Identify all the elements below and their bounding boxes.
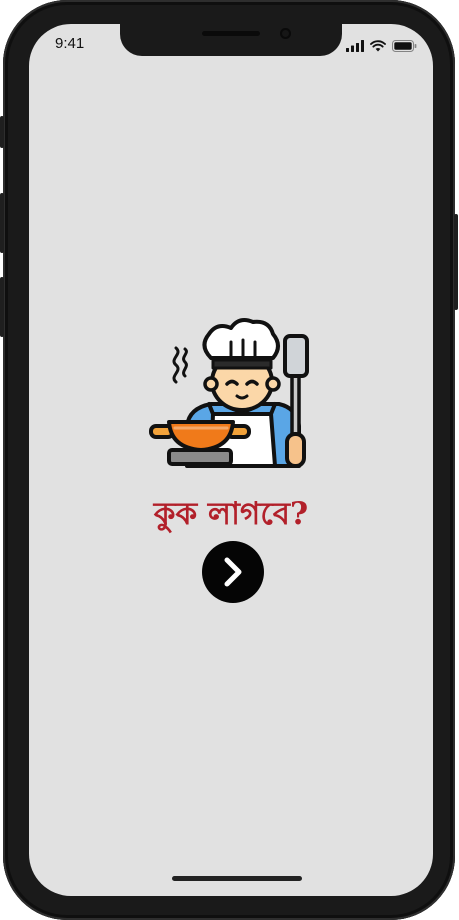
phone-frame: 9:41 কুক লাগবে? [0, 0, 458, 920]
chef-cooking-icon [147, 316, 319, 478]
power-button [454, 214, 458, 310]
signal-icon [346, 37, 364, 56]
silent-switch [0, 116, 4, 148]
page-title: কুক লাগবে? [153, 496, 309, 532]
status-icons [346, 37, 417, 56]
battery-icon [392, 37, 417, 56]
steam-icon [172, 346, 188, 384]
chevron-right-icon [224, 557, 242, 587]
notch [120, 24, 342, 56]
wifi-icon [370, 37, 386, 56]
speaker-grille [202, 31, 260, 36]
volume-down-button [0, 277, 4, 337]
front-camera [280, 28, 291, 39]
status-time: 9:41 [55, 35, 85, 52]
volume-up-button [0, 193, 4, 253]
app-screen: 9:41 কুক লাগবে? [29, 24, 433, 896]
next-button[interactable] [202, 541, 264, 603]
spatula-icon [283, 334, 309, 468]
home-indicator[interactable] [172, 876, 302, 881]
